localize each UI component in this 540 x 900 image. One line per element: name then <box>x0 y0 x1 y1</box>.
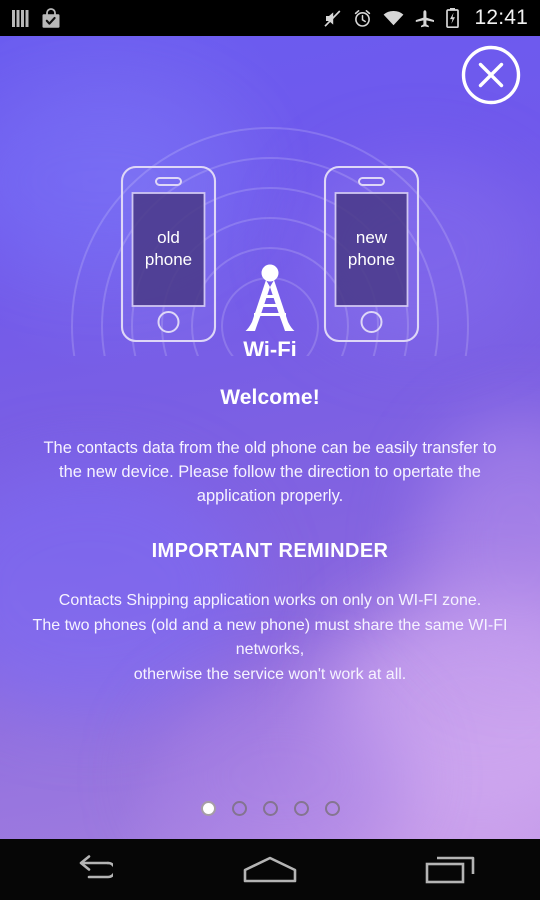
status-bar-left-icons <box>12 7 61 29</box>
page-dot-1[interactable] <box>200 801 216 816</box>
nav-recents-button[interactable] <box>360 839 540 900</box>
page-dot-4[interactable] <box>293 801 309 816</box>
nav-home-button[interactable] <box>180 839 360 900</box>
home-icon <box>243 856 297 882</box>
battery-charging-icon <box>446 8 460 28</box>
wifi-icon <box>384 10 404 26</box>
new-phone-label-line1: new <box>356 228 388 247</box>
onboarding-content: Welcome! The contacts data from the old … <box>0 376 540 687</box>
play-store-bag-icon <box>42 7 60 28</box>
status-bar-right-icons: 12:41 <box>323 6 528 30</box>
reminder-line-1: Contacts Shipping application works on o… <box>58 592 482 609</box>
status-bar-clock: 12:41 <box>474 6 528 29</box>
old-phone-label-line2: phone <box>145 250 192 269</box>
radio-tower-icon <box>245 264 295 331</box>
new-phone-graphic: new phone <box>323 165 420 343</box>
recent-apps-icon <box>425 856 475 883</box>
status-bar: 12:41 <box>0 0 540 36</box>
sim-bars-icon <box>12 9 29 27</box>
new-phone-label-line2: phone <box>348 250 395 269</box>
reminder-body: Contacts Shipping application works on o… <box>0 589 540 687</box>
close-button[interactable] <box>460 44 522 106</box>
back-arrow-icon <box>79 854 113 878</box>
page-dot-2[interactable] <box>231 801 247 816</box>
alarm-clock-icon <box>355 9 371 27</box>
reminder-line-3: otherwise the service won't work at all. <box>133 665 407 683</box>
android-navigation-bar <box>0 839 540 900</box>
welcome-heading: Welcome! <box>220 386 320 409</box>
intro-paragraph: The contacts data from the old phone can… <box>43 439 497 505</box>
page-dot-5[interactable] <box>324 801 340 816</box>
app-screen: old phone new phone Wi-Fi Welcome! The c… <box>0 36 540 839</box>
old-phone-graphic: old phone <box>120 165 217 343</box>
phone-transfer-illustration: old phone new phone Wi-Fi <box>71 127 469 356</box>
wifi-label: Wi-Fi <box>243 337 297 356</box>
page-indicator <box>0 801 540 816</box>
volume-mute-icon <box>324 9 341 27</box>
page-dot-3[interactable] <box>262 801 278 816</box>
old-phone-label-line1: old <box>157 228 180 247</box>
reminder-heading: IMPORTANT REMINDER <box>151 540 389 562</box>
reminder-line-2: The two phones (old and a new phone) mus… <box>32 616 508 659</box>
airplane-mode-icon <box>416 9 435 27</box>
nav-back-button[interactable] <box>0 839 180 900</box>
